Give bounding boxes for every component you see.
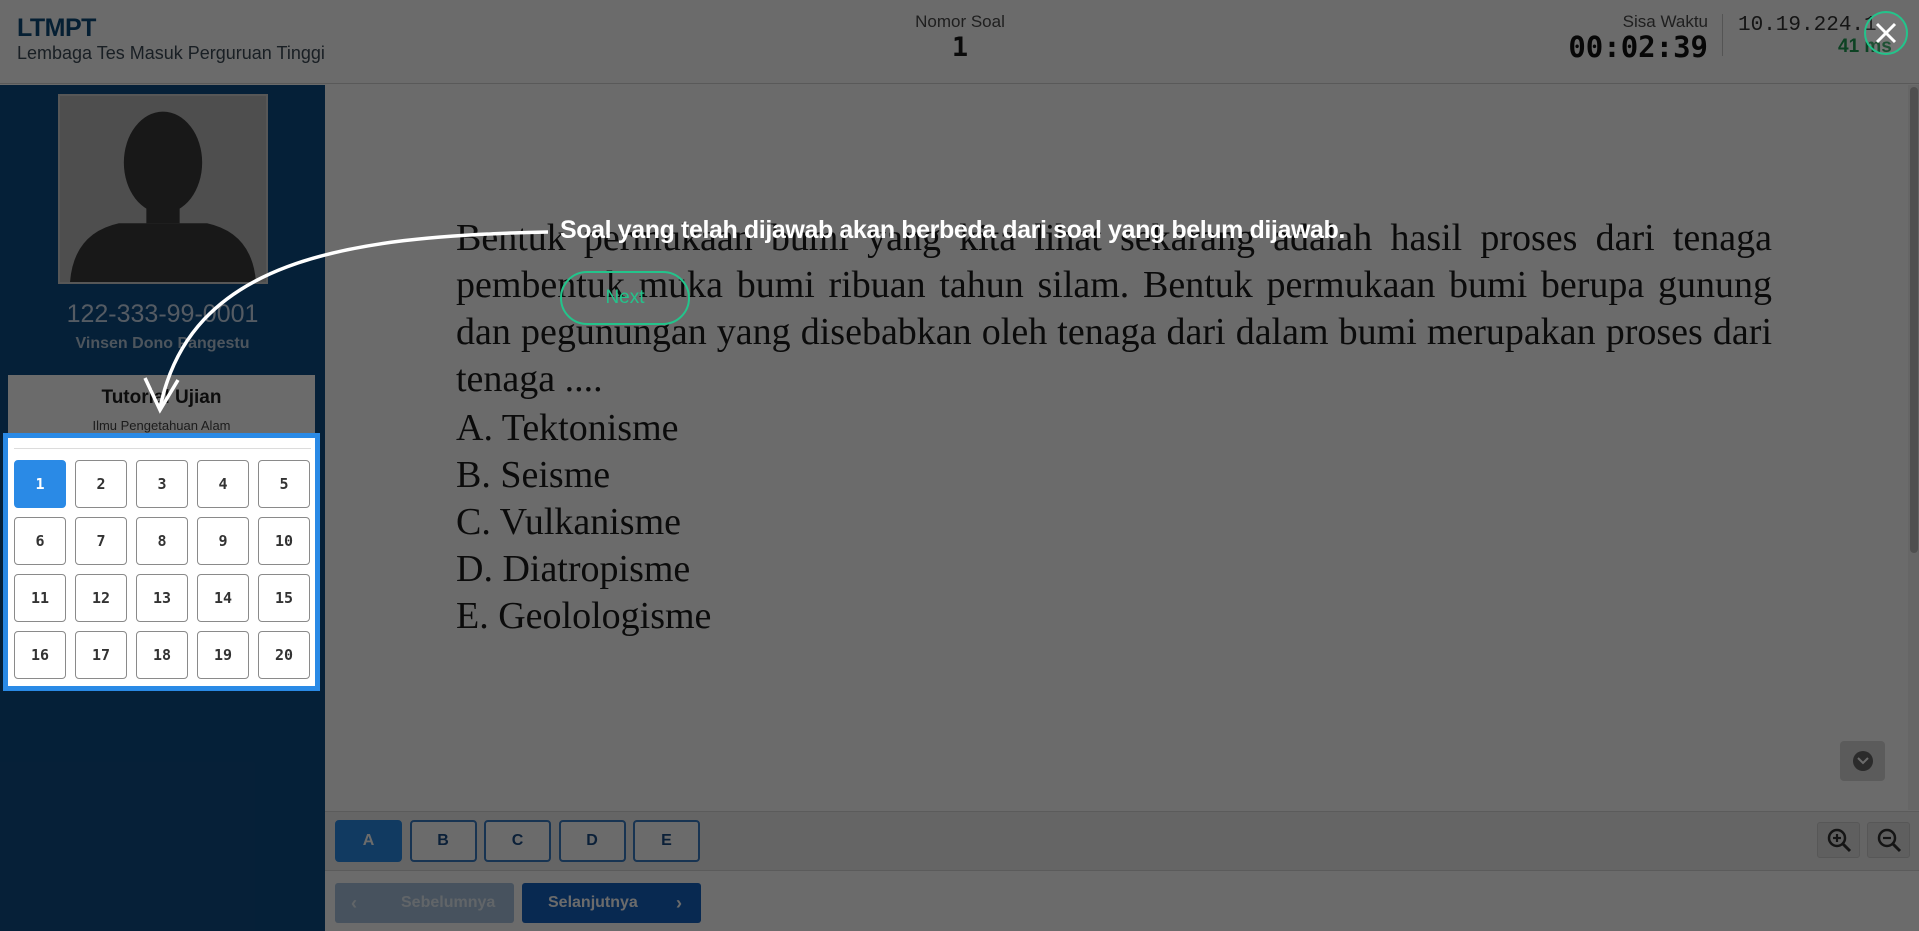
choice-list: A. Tektonisme B. Seisme C. Vulkanisme D. Di… <box>456 405 711 640</box>
question-grid-highlight: 1 2 3 4 5 6 7 8 9 10 11 12 13 14 15 16 17 18 19 20 <box>3 433 320 691</box>
choice-item: E. Geolologisme <box>456 595 712 637</box>
choice-item: C. Vulkanisme <box>456 501 682 543</box>
choice-item: D. Diatropisme <box>456 548 691 590</box>
answer-option-d[interactable]: D <box>558 820 626 862</box>
question-button-2[interactable]: 2 <box>75 460 127 508</box>
choice-item: A. Tektonisme <box>456 407 679 449</box>
question-number-value: 1 <box>951 32 969 63</box>
question-number-label: Nomor Soal <box>915 12 1005 31</box>
next-button[interactable]: Selanjutnya › <box>522 883 701 923</box>
previous-button-label: Sebelumnya <box>401 894 496 911</box>
answer-option-e[interactable]: E <box>633 820 700 862</box>
next-button-label: Selanjutnya <box>548 894 638 911</box>
question-button-17[interactable]: 17 <box>75 631 127 679</box>
timer-value: 00:02:39 <box>1568 30 1708 64</box>
brand-subtitle: Lembaga Tes Masuk Perguruan Tinggi <box>17 43 325 63</box>
main-content: Bentuk permukaan bumi yang kita lihat se… <box>325 85 1919 931</box>
grid-divider <box>14 448 311 449</box>
exam-subtitle: Ilmu Pengetahuan Alam <box>92 418 231 433</box>
question-button-9[interactable]: 9 <box>197 517 249 565</box>
question-button-14[interactable]: 14 <box>197 574 249 622</box>
scroll-down-button[interactable] <box>1840 741 1885 781</box>
question-button-4[interactable]: 4 <box>197 460 249 508</box>
tutorial-tip-text: Soal yang telah dijawab akan berbeda dar… <box>560 216 1345 244</box>
brand-title: LTMPT <box>17 14 96 42</box>
scrollbar-thumb[interactable] <box>1910 87 1918 553</box>
user-name: Vinsen Dono Pangestu <box>75 335 250 352</box>
question-button-6[interactable]: 6 <box>14 517 66 565</box>
avatar <box>58 94 268 284</box>
close-icon <box>1875 22 1897 44</box>
question-grid: 1 2 3 4 5 6 7 8 9 10 11 12 13 14 15 16 17 18 19 20 <box>14 460 314 679</box>
answer-bar: ABCDE <box>325 811 1919 871</box>
choice-item: B. Seisme <box>456 454 611 496</box>
question-button-12[interactable]: 12 <box>75 574 127 622</box>
user-id: 122-333-99-0001 <box>66 300 259 328</box>
header-divider <box>1722 14 1723 56</box>
question-button-13[interactable]: 13 <box>136 574 188 622</box>
question-button-10[interactable]: 10 <box>258 517 310 565</box>
answer-option-a[interactable]: A <box>335 820 402 862</box>
zoom-out-icon <box>1877 828 1901 853</box>
question-button-19[interactable]: 19 <box>197 631 249 679</box>
previous-button[interactable]: ‹ Sebelumnya <box>335 883 514 923</box>
exam-title: Tutorial Ujian <box>101 387 222 408</box>
answer-option-b[interactable]: B <box>409 820 477 862</box>
question-button-3[interactable]: 3 <box>136 460 188 508</box>
ip-address: 10.19.224.1 <box>1738 14 1877 37</box>
question-button-18[interactable]: 18 <box>136 631 188 679</box>
zoom-out-button[interactable] <box>1867 822 1910 858</box>
question-button-1[interactable]: 1 <box>14 460 66 508</box>
zoom-in-button[interactable] <box>1817 822 1860 858</box>
question-button-11[interactable]: 11 <box>14 574 66 622</box>
question-button-5[interactable]: 5 <box>258 460 310 508</box>
answer-option-c[interactable]: C <box>484 820 551 862</box>
chevron-right-icon: › <box>676 892 682 913</box>
question-button-15[interactable]: 15 <box>258 574 310 622</box>
timer-label: Sisa Waktu <box>1622 12 1708 31</box>
header: LTMPT Lembaga Tes Masuk Perguruan Tinggi… <box>0 0 1919 84</box>
tutorial-next-button[interactable]: Next <box>560 271 690 325</box>
question-button-20[interactable]: 20 <box>258 631 310 679</box>
tutorial-close-button[interactable] <box>1864 11 1908 55</box>
chevron-left-icon: ‹ <box>351 892 357 913</box>
navigation-bar: ‹ Sebelumnya Selanjutnya › <box>325 871 1919 931</box>
user-silhouette-icon <box>60 96 266 282</box>
zoom-in-icon <box>1827 828 1851 853</box>
question-button-7[interactable]: 7 <box>75 517 127 565</box>
question-button-16[interactable]: 16 <box>14 631 66 679</box>
chevron-down-icon <box>1852 751 1873 771</box>
question-button-8[interactable]: 8 <box>136 517 188 565</box>
